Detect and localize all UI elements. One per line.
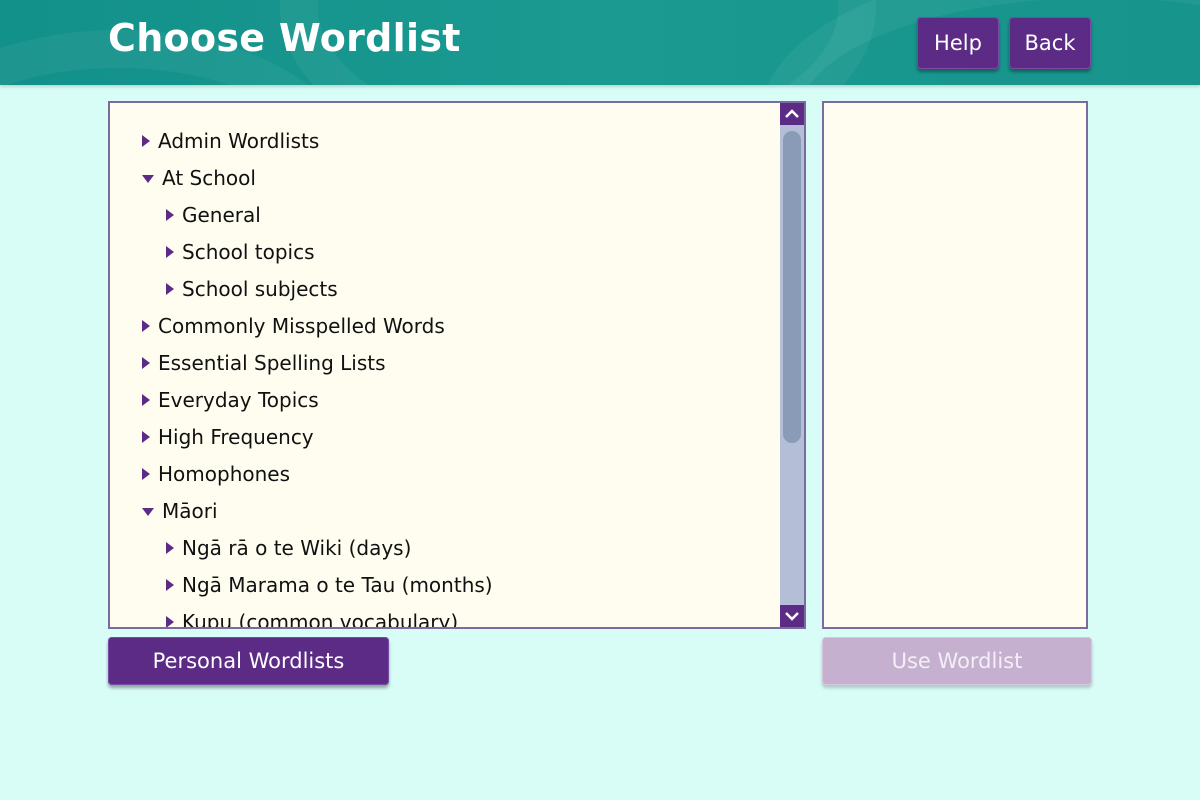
triangle-down-icon[interactable]: [142, 175, 154, 183]
tree-item[interactable]: Ngā Marama o te Tau (months): [166, 568, 493, 602]
triangle-right-icon[interactable]: [142, 431, 150, 443]
tree-item[interactable]: Ngā rā o te Wiki (days): [166, 531, 411, 565]
tree-item-label: At School: [162, 166, 256, 190]
header-bar: Choose Wordlist Help Back: [0, 0, 1200, 85]
tree-item-label: School topics: [182, 240, 315, 264]
wordlist-tree: Admin Wordlists At School General School to…: [110, 103, 780, 627]
scroll-up-button[interactable]: [780, 103, 804, 125]
help-button[interactable]: Help: [917, 17, 999, 69]
tree-item-label: Māori: [162, 499, 218, 523]
wordlist-preview-panel: [822, 101, 1088, 629]
tree-item-label: Commonly Misspelled Words: [158, 314, 445, 338]
triangle-right-icon[interactable]: [142, 357, 150, 369]
tree-item[interactable]: Māori: [142, 494, 218, 528]
personal-wordlists-button[interactable]: Personal Wordlists: [108, 637, 389, 685]
tree-item-label: High Frequency: [158, 425, 314, 449]
back-button[interactable]: Back: [1009, 17, 1091, 69]
tree-item[interactable]: Admin Wordlists: [142, 124, 319, 158]
scroll-thumb[interactable]: [783, 131, 801, 443]
tree-item-label: Homophones: [158, 462, 291, 486]
tree-item[interactable]: Commonly Misspelled Words: [142, 309, 445, 343]
tree-item[interactable]: School topics: [166, 235, 315, 269]
tree-item-label: Ngā Marama o te Tau (months): [182, 573, 493, 597]
chevron-down-icon: [785, 612, 799, 621]
tree-item-label: Admin Wordlists: [158, 129, 320, 153]
triangle-down-icon[interactable]: [142, 508, 154, 516]
tree-item-label: Kupu (common vocabulary): [182, 610, 459, 627]
tree-item-label: Everyday Topics: [158, 388, 319, 412]
triangle-right-icon[interactable]: [166, 616, 174, 627]
tree-item[interactable]: At School: [142, 161, 256, 195]
wordlist-tree-panel: Admin Wordlists At School General School to…: [108, 101, 806, 629]
tree-item[interactable]: Essential Spelling Lists: [142, 346, 386, 380]
tree-item[interactable]: High Frequency: [142, 420, 314, 454]
triangle-right-icon[interactable]: [166, 283, 174, 295]
triangle-right-icon[interactable]: [142, 468, 150, 480]
tree-item[interactable]: Kupu (common vocabulary): [166, 605, 458, 627]
triangle-right-icon[interactable]: [166, 579, 174, 591]
triangle-right-icon[interactable]: [142, 135, 150, 147]
triangle-right-icon[interactable]: [142, 320, 150, 332]
chevron-up-icon: [785, 109, 799, 118]
tree-item[interactable]: Homophones: [142, 457, 290, 491]
triangle-right-icon[interactable]: [166, 542, 174, 554]
triangle-right-icon[interactable]: [166, 209, 174, 221]
tree-scrollbar[interactable]: [780, 103, 804, 627]
tree-item[interactable]: General: [166, 198, 261, 232]
tree-item-label: General: [182, 203, 261, 227]
triangle-right-icon[interactable]: [166, 246, 174, 258]
tree-item-label: Essential Spelling Lists: [158, 351, 386, 375]
tree-item-label: Ngā rā o te Wiki (days): [182, 536, 412, 560]
tree-item-label: School subjects: [182, 277, 338, 301]
tree-item[interactable]: Everyday Topics: [142, 383, 319, 417]
use-wordlist-button[interactable]: Use Wordlist: [822, 637, 1092, 685]
triangle-right-icon[interactable]: [142, 394, 150, 406]
page-title: Choose Wordlist: [108, 16, 461, 60]
scroll-down-button[interactable]: [780, 605, 804, 627]
tree-item[interactable]: School subjects: [166, 272, 338, 306]
